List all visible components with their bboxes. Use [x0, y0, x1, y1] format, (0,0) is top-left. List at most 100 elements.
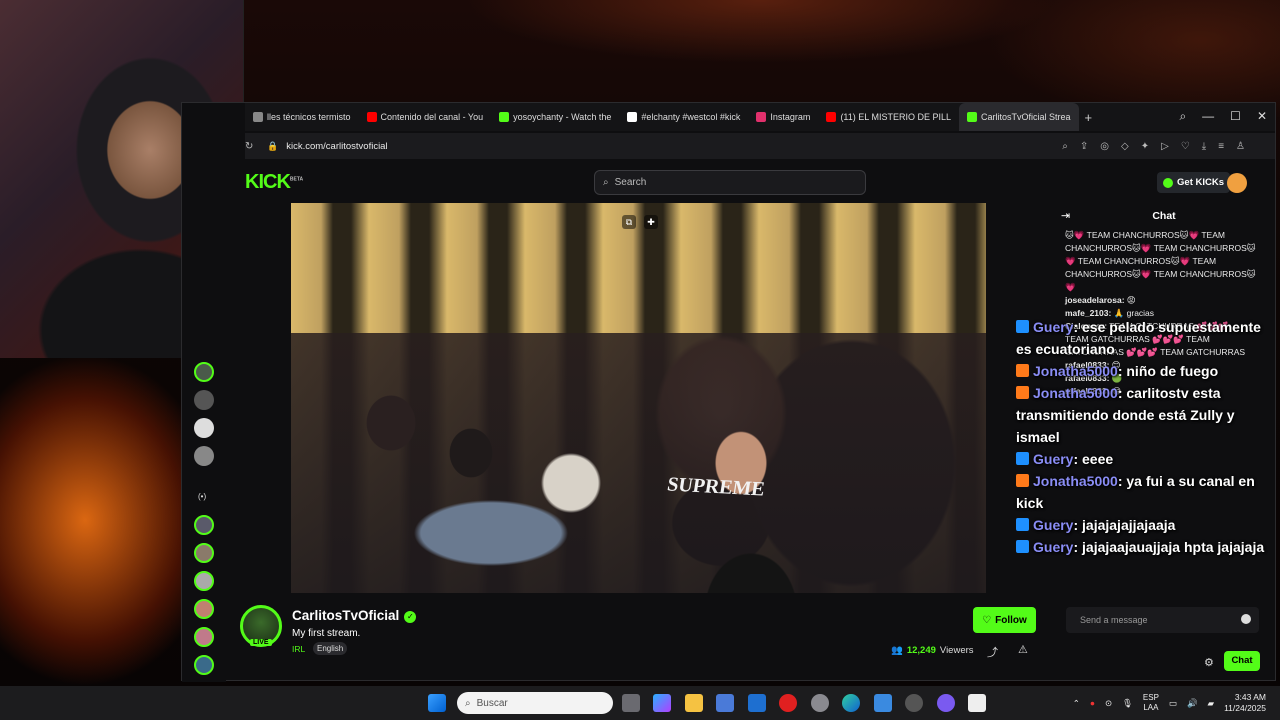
overlay-username: Jonatha5000	[1033, 363, 1118, 379]
task-view-icon[interactable]	[622, 694, 640, 712]
obs-icon[interactable]	[905, 694, 923, 712]
edge-icon[interactable]	[842, 694, 860, 712]
browser-tab[interactable]: #elchanty #westcol #kick	[619, 103, 748, 131]
chat-badge-icon	[1016, 474, 1029, 487]
windows-start-icon[interactable]	[428, 694, 446, 712]
app-icon[interactable]	[874, 694, 892, 712]
browser-tab[interactable]: Contenido del canal - You	[359, 103, 492, 131]
file-explorer-icon[interactable]	[685, 694, 703, 712]
user-avatar[interactable]	[1227, 173, 1247, 193]
emoji-icon[interactable]	[1241, 614, 1251, 624]
chat-input[interactable]: Send a message	[1066, 607, 1259, 633]
heart-icon[interactable]: ♡	[1181, 141, 1190, 152]
browser-tab[interactable]: Instagram	[748, 103, 818, 131]
search-input[interactable]: ⌕ Search	[594, 170, 866, 195]
overlay-text: : jajajaajauajjaja hpta jajajaja	[1073, 539, 1265, 555]
follow-button[interactable]: ♡ Follow	[973, 607, 1036, 633]
maximize-icon[interactable]: ☐	[1230, 109, 1241, 124]
tab-favicon-icon	[756, 112, 767, 122]
display-icon[interactable]: ▭	[1169, 698, 1177, 709]
browser-tab[interactable]: (11) EL MISTERIO DE PILL	[818, 103, 959, 131]
followed-channel-avatar[interactable]	[194, 446, 214, 466]
followed-channel-avatar[interactable]	[194, 655, 214, 675]
overlay-username: Guery	[1033, 539, 1074, 555]
search-icon: ⌕	[603, 177, 609, 188]
minimize-icon[interactable]: —	[1202, 109, 1214, 124]
search-tabs-icon[interactable]: ⌕	[1179, 109, 1186, 124]
tab-label: lles técnicos termisto	[267, 112, 351, 122]
viewers-icon: 👥	[891, 645, 903, 656]
report-icon[interactable]: ⚠	[1018, 643, 1028, 656]
microphone-icon[interactable]: 🎙	[1122, 698, 1133, 709]
tab-label: Contenido del canal - You	[380, 112, 484, 122]
language-tag[interactable]: English	[313, 642, 348, 655]
video-controls: ⧉ ✚	[622, 215, 658, 229]
followed-channel-avatar[interactable]	[194, 599, 214, 619]
address-bar[interactable]: ↻ 🔒 kick.com/carlitostvoficial ⌕ ⇪ ◎ ◇ ✦…	[245, 133, 1275, 159]
collapse-chat-icon[interactable]: ⇥	[1061, 203, 1070, 229]
chat-send-button[interactable]: Chat	[1224, 651, 1260, 671]
overlay-chat-message: Jonatha5000: carlitostv esta transmitien…	[1016, 382, 1278, 448]
profile-icon[interactable]: ♙	[1236, 141, 1245, 152]
copilot-icon[interactable]	[653, 694, 671, 712]
download-icon[interactable]: ⤓	[1202, 141, 1206, 152]
camera-icon[interactable]: ◎	[1100, 141, 1109, 152]
extensions-icon[interactable]: ✦	[1141, 141, 1149, 152]
followed-channel-avatar[interactable]	[194, 390, 214, 410]
settings-icon[interactable]	[811, 694, 829, 712]
show-hidden-icons-icon[interactable]: ⌃	[1073, 698, 1080, 709]
close-icon[interactable]: ✕	[1257, 109, 1267, 124]
capcut-icon[interactable]	[968, 694, 986, 712]
discord-icon[interactable]	[937, 694, 955, 712]
kick-logo[interactable]: KICKBETA	[245, 171, 303, 194]
volume-icon[interactable]: 🔊	[1187, 698, 1198, 709]
system-tray: ⌃ ● ⊙ 🎙 ESP LAA ▭ 🔊 ▰ 3:43 AM 11/24/2025	[1073, 686, 1280, 720]
chat-badge-icon	[1016, 452, 1029, 465]
chat-message: joseadelarosa: 😡	[1053, 294, 1275, 307]
store-icon[interactable]	[716, 694, 734, 712]
clip-icon[interactable]: ✚	[644, 215, 658, 229]
new-tab-icon[interactable]: +	[1085, 110, 1093, 125]
followed-channel-avatar[interactable]	[194, 543, 214, 563]
channel-name[interactable]: CarlitosTvOficial ✓	[292, 608, 417, 623]
followed-channel-avatar[interactable]	[194, 627, 214, 647]
reload-icon[interactable]: ↻	[245, 141, 253, 152]
chat-settings-icon[interactable]: ⚙	[1204, 656, 1214, 669]
tray-app-icon[interactable]: ⊙	[1105, 698, 1112, 709]
browser-tab[interactable]: CarlitosTvOficial Strea	[958, 103, 1079, 131]
language-indicator[interactable]: ESP LAA	[1143, 693, 1159, 713]
play-icon[interactable]: ▷	[1161, 141, 1169, 152]
overlay-username: Guery	[1033, 517, 1074, 533]
clock[interactable]: 3:43 AM 11/24/2025	[1224, 692, 1266, 714]
browser-tab[interactable]: lles técnicos termisto	[245, 103, 359, 131]
video-player[interactable]: SUPREME ⧉ ✚	[291, 203, 986, 593]
live-badge: LIVE	[250, 639, 272, 646]
tray-app-icon[interactable]: ●	[1090, 698, 1095, 708]
battery-icon[interactable]: ▰	[1208, 698, 1215, 709]
verified-icon: ✓	[404, 611, 417, 623]
followed-channel-avatar[interactable]	[194, 571, 214, 591]
zoom-icon[interactable]: ⌕	[1062, 141, 1068, 152]
share-icon[interactable]: ⤴	[987, 644, 998, 660]
chat-message: 🐱💗 TEAM CHANCHURROS🐱💗 TEAM CHANCHURROS🐱💗…	[1053, 229, 1275, 294]
shield-icon[interactable]: ◇	[1121, 141, 1129, 152]
menu-icon[interactable]: ≡	[1218, 141, 1224, 152]
chat-username[interactable]: joseadelarosa:	[1065, 295, 1125, 305]
category-link[interactable]: IRL	[292, 644, 305, 654]
browser-tab[interactable]: yosoychanty - Watch the	[491, 103, 619, 131]
live-indicator-icon: (•)	[198, 492, 207, 501]
outlook-icon[interactable]	[748, 694, 766, 712]
lock-icon[interactable]: 🔒	[267, 141, 278, 152]
share-icon[interactable]: ⇪	[1080, 141, 1088, 152]
url-text[interactable]: kick.com/carlitostvoficial	[286, 141, 387, 152]
chat-header: ⇥ Chat	[1053, 203, 1275, 229]
opera-icon[interactable]	[779, 694, 797, 712]
overlay-chat-message: Guery: ese pelado supuestamente es ecuat…	[1016, 316, 1278, 360]
pip-icon[interactable]: ⧉	[622, 215, 636, 229]
followed-channel-avatar[interactable]	[194, 362, 214, 382]
followed-channel-avatar[interactable]	[194, 515, 214, 535]
overlay-chat-message: Jonatha5000: niño de fuego	[1016, 360, 1278, 382]
followed-channel-avatar[interactable]	[194, 418, 214, 438]
get-kicks-button[interactable]: Get KICKs	[1157, 172, 1230, 193]
taskbar-search[interactable]: ⌕ Buscar	[457, 692, 613, 714]
